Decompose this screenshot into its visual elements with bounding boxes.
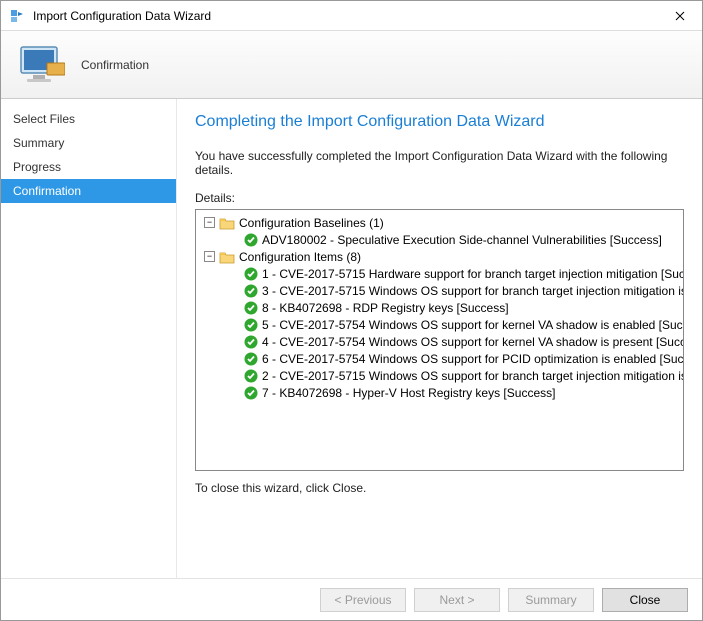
- sidebar-item-label: Progress: [13, 160, 61, 174]
- success-icon: [244, 284, 258, 298]
- folder-icon: [219, 250, 235, 264]
- tree-item-label: 2 - CVE-2017-5715 Windows OS support for…: [262, 369, 684, 383]
- next-button: Next >: [414, 588, 500, 612]
- sidebar: Select Files Summary Progress Confirmati…: [1, 99, 177, 578]
- previous-button: < Previous: [320, 588, 406, 612]
- success-icon: [244, 233, 258, 247]
- collapse-icon[interactable]: −: [204, 251, 215, 262]
- sidebar-item-label: Confirmation: [13, 184, 81, 198]
- tree-item[interactable]: 8 - KB4072698 - RDP Registry keys [Succe…: [198, 299, 684, 316]
- summary-button: Summary: [508, 588, 594, 612]
- sidebar-item-select-files[interactable]: Select Files: [1, 107, 176, 131]
- success-icon: [244, 267, 258, 281]
- folder-icon: [219, 216, 235, 230]
- close-icon[interactable]: [657, 1, 702, 30]
- tree-item-label: 4 - CVE-2017-5754 Windows OS support for…: [262, 335, 684, 349]
- details-tree[interactable]: − Configuration Baselines (1) ADV180002 …: [195, 209, 684, 471]
- app-icon: [9, 8, 25, 24]
- tree-item[interactable]: 5 - CVE-2017-5754 Windows OS support for…: [198, 316, 684, 333]
- titlebar: Import Configuration Data Wizard: [1, 1, 702, 31]
- sidebar-item-label: Summary: [13, 136, 64, 150]
- tree-item-label: 1 - CVE-2017-5715 Hardware support for b…: [262, 267, 684, 281]
- step-title: Confirmation: [81, 58, 149, 72]
- tree-label: Configuration Items (8): [239, 250, 361, 264]
- tree-item[interactable]: 7 - KB4072698 - Hyper-V Host Registry ke…: [198, 384, 684, 401]
- tree-item[interactable]: 1 - CVE-2017-5715 Hardware support for b…: [198, 265, 684, 282]
- tree-item-label: ADV180002 - Speculative Execution Side-c…: [262, 233, 662, 247]
- footer-hint: To close this wizard, click Close.: [195, 481, 684, 495]
- tree-item-label: 5 - CVE-2017-5754 Windows OS support for…: [262, 318, 684, 332]
- tree-item[interactable]: ADV180002 - Speculative Execution Side-c…: [198, 231, 684, 248]
- wizard-header: Confirmation: [1, 31, 702, 99]
- tree-item-label: 7 - KB4072698 - Hyper-V Host Registry ke…: [262, 386, 555, 400]
- success-icon: [244, 352, 258, 366]
- tree-root-baselines[interactable]: − Configuration Baselines (1): [198, 214, 684, 231]
- tree-item[interactable]: 6 - CVE-2017-5754 Windows OS support for…: [198, 350, 684, 367]
- completion-message: You have successfully completed the Impo…: [195, 149, 684, 177]
- success-icon: [244, 318, 258, 332]
- tree-item[interactable]: 4 - CVE-2017-5754 Windows OS support for…: [198, 333, 684, 350]
- details-label: Details:: [195, 191, 684, 205]
- collapse-icon[interactable]: −: [204, 217, 215, 228]
- tree-item[interactable]: 2 - CVE-2017-5715 Windows OS support for…: [198, 367, 684, 384]
- tree-label: Configuration Baselines (1): [239, 216, 384, 230]
- success-icon: [244, 369, 258, 383]
- monitor-icon: [17, 41, 65, 89]
- tree-item-label: 3 - CVE-2017-5715 Windows OS support for…: [262, 284, 684, 298]
- sidebar-item-confirmation[interactable]: Confirmation: [1, 179, 176, 203]
- window-title: Import Configuration Data Wizard: [33, 9, 657, 23]
- success-icon: [244, 301, 258, 315]
- page-title: Completing the Import Configuration Data…: [195, 113, 684, 131]
- main-panel: Completing the Import Configuration Data…: [177, 99, 702, 578]
- sidebar-item-summary[interactable]: Summary: [1, 131, 176, 155]
- success-icon: [244, 386, 258, 400]
- tree-item-label: 6 - CVE-2017-5754 Windows OS support for…: [262, 352, 684, 366]
- tree-item[interactable]: 3 - CVE-2017-5715 Windows OS support for…: [198, 282, 684, 299]
- close-button[interactable]: Close: [602, 588, 688, 612]
- tree-root-items[interactable]: − Configuration Items (8): [198, 248, 684, 265]
- tree-item-label: 8 - KB4072698 - RDP Registry keys [Succe…: [262, 301, 509, 315]
- sidebar-item-label: Select Files: [13, 112, 75, 126]
- success-icon: [244, 335, 258, 349]
- sidebar-item-progress[interactable]: Progress: [1, 155, 176, 179]
- wizard-buttons: < Previous Next > Summary Close: [1, 578, 702, 620]
